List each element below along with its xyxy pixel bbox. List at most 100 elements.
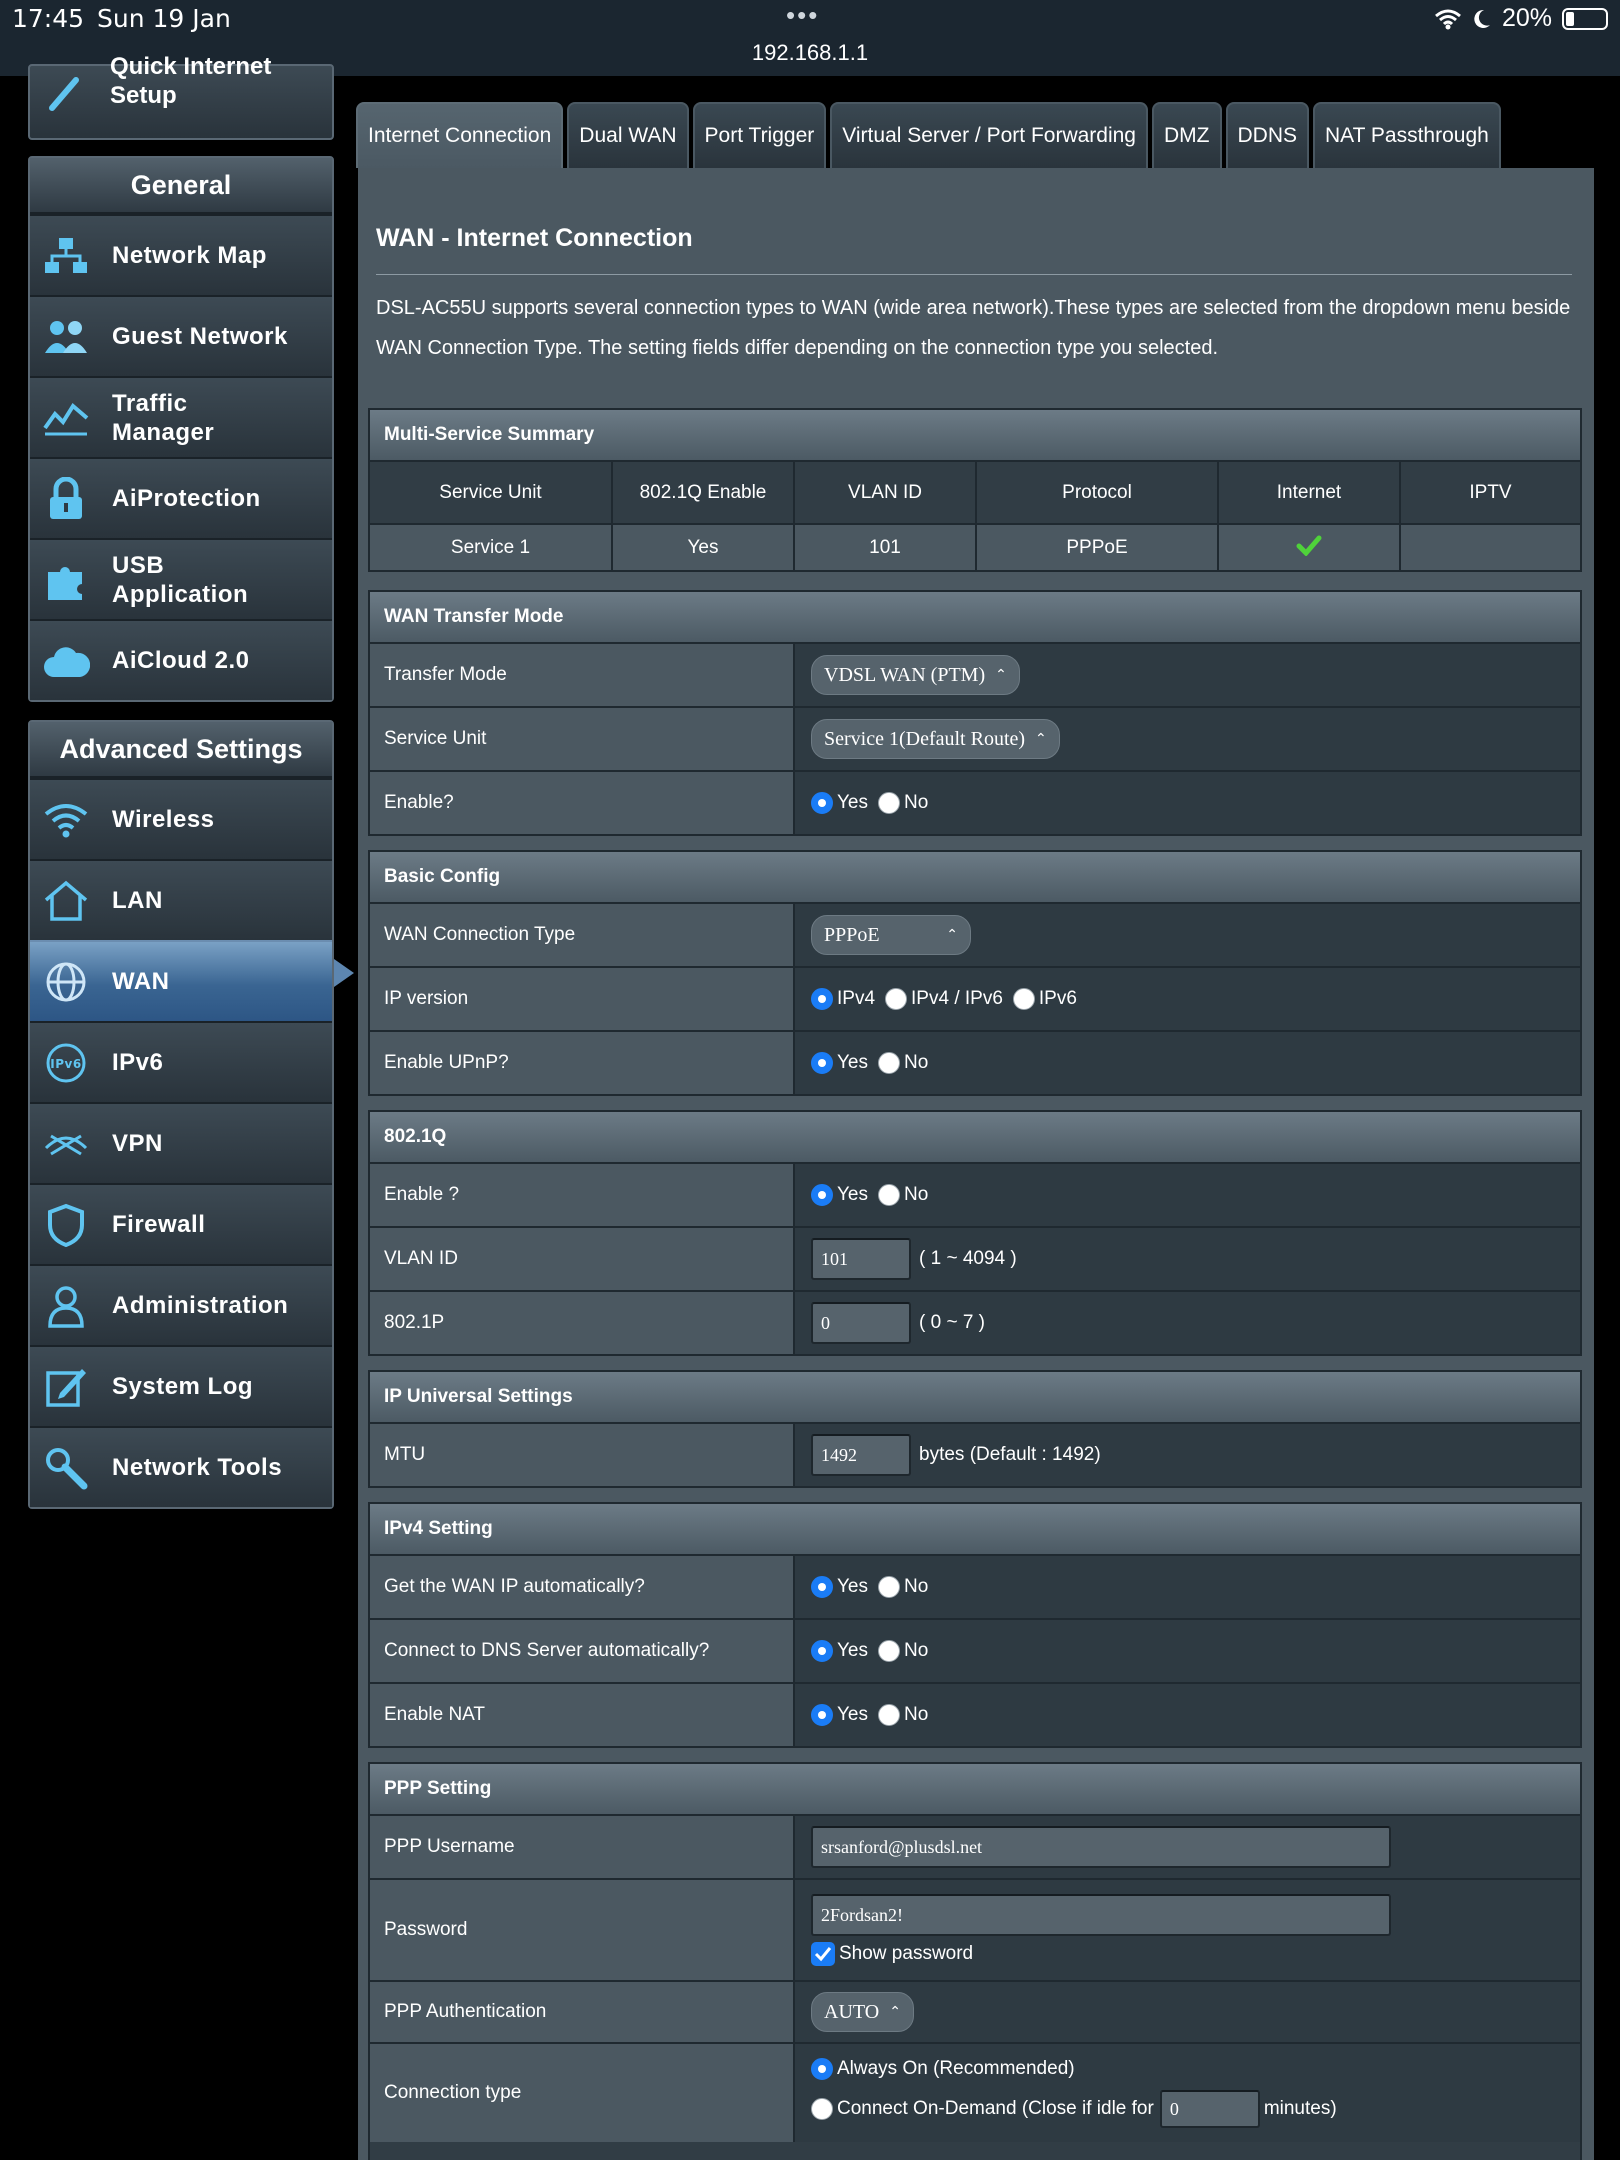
section-header: 802.1Q: [370, 1112, 1580, 1164]
show-password-checkbox[interactable]: Show password: [811, 1942, 973, 1966]
vlan-8021q: 802.1Q Enable ? Yes No VLAN ID 101 ( 1 ~ …: [368, 1110, 1582, 1356]
upnp-no-radio[interactable]: No: [878, 1052, 928, 1074]
chevron-updown-icon: ⌃: [889, 2004, 901, 2020]
sidebar-item-traffic-manager[interactable]: Traffic Manager: [30, 376, 332, 457]
column-header: Internet: [1218, 462, 1401, 525]
ip-universal-settings: IP Universal Settings MTU 1492 bytes (Def…: [368, 1370, 1582, 1488]
dns-yes-radio[interactable]: Yes: [811, 1640, 868, 1662]
sidebar-item-guest-network[interactable]: Guest Network: [30, 295, 332, 376]
sidebar-item-label: LAN: [112, 886, 163, 914]
quick-internet-setup[interactable]: Quick Internet Setup: [28, 53, 334, 140]
dot1q-yes-radio[interactable]: Yes: [811, 1184, 868, 1206]
sidebar-item-wan[interactable]: WAN: [30, 940, 332, 1021]
sidebar-item-firewall[interactable]: Firewall: [30, 1183, 332, 1264]
field-label: PPP Username: [370, 1816, 795, 1878]
general-header: General: [30, 158, 332, 214]
table-cell: Yes: [612, 524, 795, 570]
always-on-radio[interactable]: Always On (Recommended): [811, 2058, 1075, 2080]
dns-no-radio[interactable]: No: [878, 1640, 928, 1662]
sidebar-item-usb-application[interactable]: USB Application: [30, 538, 332, 619]
radio-label: IPv6: [1038, 988, 1077, 1009]
radio-label: Yes: [837, 1640, 868, 1661]
ppp-username-input[interactable]: srsanford@plusdsl.net: [811, 1826, 1391, 1868]
tab-port-trigger[interactable]: Port Trigger: [692, 102, 827, 168]
transfer-mode-select[interactable]: VDSL WAN (PTM) ⌃: [811, 655, 1020, 695]
guest-network-icon: [40, 311, 92, 363]
field-label: Enable UPnP?: [370, 1032, 795, 1094]
table-cell: [1400, 524, 1580, 570]
sidebar-item-network-tools[interactable]: Network Tools: [30, 1426, 332, 1507]
multi-service-summary: Multi-Service Summary Service Unit 802.1…: [368, 408, 1582, 572]
sidebar-item-aiprotection[interactable]: AiProtection: [30, 457, 332, 538]
sidebar-item-network-map[interactable]: Network Map: [30, 214, 332, 295]
user-icon: [40, 1280, 92, 1332]
field-label: Enable NAT: [370, 1684, 795, 1746]
table-row[interactable]: Service 1 Yes 101 PPPoE: [370, 524, 1580, 570]
sidebar-item-lan[interactable]: LAN: [30, 859, 332, 940]
vlan-id-input[interactable]: 101: [811, 1238, 911, 1280]
sidebar-item-wireless[interactable]: Wireless: [30, 778, 332, 859]
ipv4-ipv6-radio[interactable]: IPv4 / IPv6: [885, 988, 1003, 1010]
more-dots-icon[interactable]: •••: [786, 0, 819, 31]
form-row: Enable? Yes No: [370, 770, 1580, 834]
select-value: AUTO: [824, 2000, 880, 2023]
tab-dual-wan[interactable]: Dual WAN: [567, 102, 689, 168]
sidebar-item-label: USB Application: [112, 551, 249, 608]
tab-ddns[interactable]: DDNS: [1225, 102, 1310, 168]
sidebar: Quick Internet Setup General Network Map…: [0, 53, 354, 2160]
idle-minutes-input[interactable]: 0: [1159, 2090, 1260, 2128]
wrench-icon: [40, 1442, 92, 1494]
sidebar-item-system-log[interactable]: System Log: [30, 1345, 332, 1426]
section-header: IP Universal Settings: [370, 1372, 1580, 1424]
form-row: WAN Connection Type PPPoE ⌃: [370, 904, 1580, 966]
quick-setup-label: Quick Internet Setup: [110, 53, 272, 109]
wan-ip-yes-radio[interactable]: Yes: [811, 1576, 868, 1598]
tab-virtual-server[interactable]: Virtual Server / Port Forwarding: [830, 102, 1148, 168]
field-label: Connect to DNS Server automatically?: [370, 1620, 795, 1682]
nat-yes-radio[interactable]: Yes: [811, 1704, 868, 1726]
sidebar-item-aicloud[interactable]: AiCloud 2.0: [30, 619, 332, 700]
checkmark-icon: [1296, 535, 1322, 557]
radio-label: Yes: [837, 792, 868, 813]
tab-dmz[interactable]: DMZ: [1152, 102, 1222, 168]
ipv4-radio[interactable]: IPv4: [811, 988, 875, 1010]
advanced-menu: Advanced Settings Wireless LAN WAN IPv6 …: [28, 720, 334, 1509]
on-demand-radio[interactable]: Connect On-Demand (Close if idle for 0 min…: [811, 2090, 1337, 2128]
wan-connection-type-select[interactable]: PPPoE ⌃: [811, 915, 971, 955]
radio-label: Yes: [837, 1184, 868, 1205]
chevron-updown-icon: ⌃: [946, 927, 958, 943]
checkmark-icon: [811, 1942, 835, 1966]
form-row: Enable NAT Yes No: [370, 1682, 1580, 1746]
sidebar-item-administration[interactable]: Administration: [30, 1264, 332, 1345]
enable-no-radio[interactable]: No: [878, 792, 928, 814]
battery-icon: [1562, 7, 1608, 30]
wifi-icon: [1434, 9, 1461, 29]
password-input[interactable]: 2Fordsan2!: [811, 1894, 1391, 1936]
sidebar-item-vpn[interactable]: VPN: [30, 1102, 332, 1183]
ipv6-radio[interactable]: IPv6: [1012, 988, 1077, 1010]
wand-icon: [46, 70, 90, 114]
wan-ip-no-radio[interactable]: No: [878, 1576, 928, 1598]
form-row: MTU 1492 bytes (Default : 1492): [370, 1424, 1580, 1486]
priority-input[interactable]: 0: [811, 1302, 911, 1344]
tab-nat-passthrough[interactable]: NAT Passthrough: [1313, 102, 1501, 168]
form-row: 802.1P 0 ( 0 ~ 7 ): [370, 1290, 1580, 1354]
page-title: WAN - Internet Connection: [376, 224, 693, 252]
table-cell: [1218, 524, 1401, 570]
service-unit-select[interactable]: Service 1(Default Route) ⌃: [811, 719, 1060, 759]
enable-yes-radio[interactable]: Yes: [811, 792, 868, 814]
sidebar-item-label: AiProtection: [112, 484, 261, 512]
tab-internet-connection[interactable]: Internet Connection: [356, 102, 564, 168]
sidebar-item-ipv6[interactable]: IPv6 IPv6: [30, 1021, 332, 1102]
upnp-yes-radio[interactable]: Yes: [811, 1052, 868, 1074]
field-label: Connection type: [370, 2044, 795, 2142]
ppp-authentication-select[interactable]: AUTO ⌃: [811, 1992, 914, 2032]
sidebar-item-label: Network Map: [112, 241, 267, 269]
form-row: Service Unit Service 1(Default Route) ⌃: [370, 706, 1580, 770]
ppp-setting: PPP Setting PPP Username srsanford@plusd…: [368, 1762, 1582, 2160]
general-menu: General Network Map Guest Network Traffi…: [28, 156, 334, 702]
radio-label: No: [904, 1052, 929, 1073]
nat-no-radio[interactable]: No: [878, 1704, 928, 1726]
dot1q-no-radio[interactable]: No: [878, 1184, 928, 1206]
mtu-input[interactable]: 1492: [811, 1434, 911, 1476]
